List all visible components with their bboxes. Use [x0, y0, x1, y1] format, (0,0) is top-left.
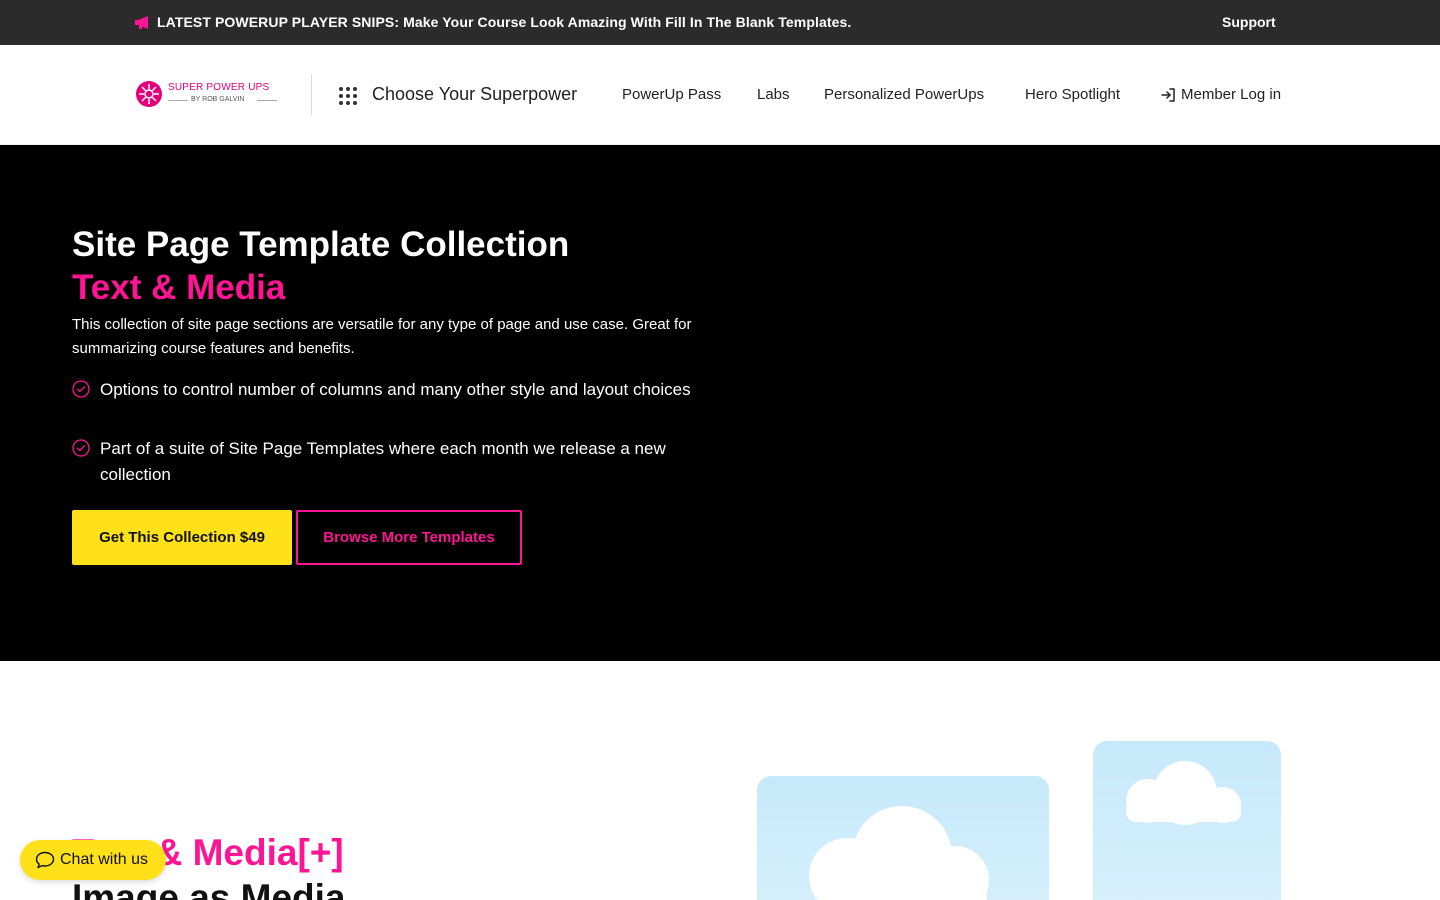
hero-bullet-text: Options to control number of columns and…	[100, 380, 691, 399]
logo-byline: BY ROB GALVIN	[191, 96, 245, 103]
placeholder-image	[1093, 741, 1281, 900]
header-divider	[311, 74, 312, 115]
nav-hero-spotlight[interactable]: Hero Spotlight	[1025, 86, 1120, 103]
grid-menu-icon	[339, 87, 357, 105]
choose-superpower-label: Choose Your Superpower	[372, 84, 578, 104]
logo-rule-left	[168, 100, 188, 101]
chat-bubble-icon	[35, 851, 55, 869]
hero-description: This collection of site page sections ar…	[72, 316, 692, 357]
nav-labs[interactable]: Labs	[757, 86, 790, 103]
get-collection-button[interactable]: Get This Collection $49	[72, 510, 292, 565]
hero-subtitle: Text & Media	[72, 268, 286, 307]
browse-templates-button[interactable]: Browse More Templates	[296, 510, 522, 565]
cloud-illustration-icon	[1126, 761, 1241, 825]
hero-section: Site Page Template Collection Text & Med…	[0, 145, 1440, 661]
nav-powerup-pass[interactable]: PowerUp Pass	[622, 86, 721, 103]
chat-widget-button[interactable]: Chat with us	[20, 840, 166, 880]
section-title: Image as Media	[72, 877, 346, 900]
megaphone-icon	[135, 16, 148, 29]
logo-rule-right	[257, 100, 277, 101]
nav-personalized-powerups[interactable]: Personalized PowerUps	[824, 86, 984, 103]
support-link[interactable]: Support	[1222, 14, 1276, 30]
hero-bullet-text: Part of a suite of Site Page Templates w…	[100, 439, 666, 484]
check-circle-icon	[72, 380, 90, 398]
site-logo[interactable]: SUPER POWER UPS BY ROB GALVIN	[135, 79, 280, 111]
chat-widget-label: Chat with us	[60, 851, 149, 868]
check-circle-icon	[72, 439, 90, 457]
logo-mark-icon	[136, 81, 162, 107]
member-login-label: Member Log in	[1181, 86, 1282, 103]
site-header: SUPER POWER UPS BY ROB GALVIN Choose You…	[0, 45, 1440, 145]
hero-title: Site Page Template Collection	[72, 225, 570, 264]
announcement-bar: LATEST POWERUP PLAYER SNIPS: Make Your C…	[0, 0, 1440, 45]
announcement-text[interactable]: LATEST POWERUP PLAYER SNIPS: Make Your C…	[157, 14, 851, 30]
login-arrow-icon	[1161, 88, 1175, 102]
cloud-illustration-icon	[809, 806, 989, 900]
placeholder-image	[757, 776, 1049, 900]
logo-name: SUPER POWER UPS	[168, 82, 270, 93]
